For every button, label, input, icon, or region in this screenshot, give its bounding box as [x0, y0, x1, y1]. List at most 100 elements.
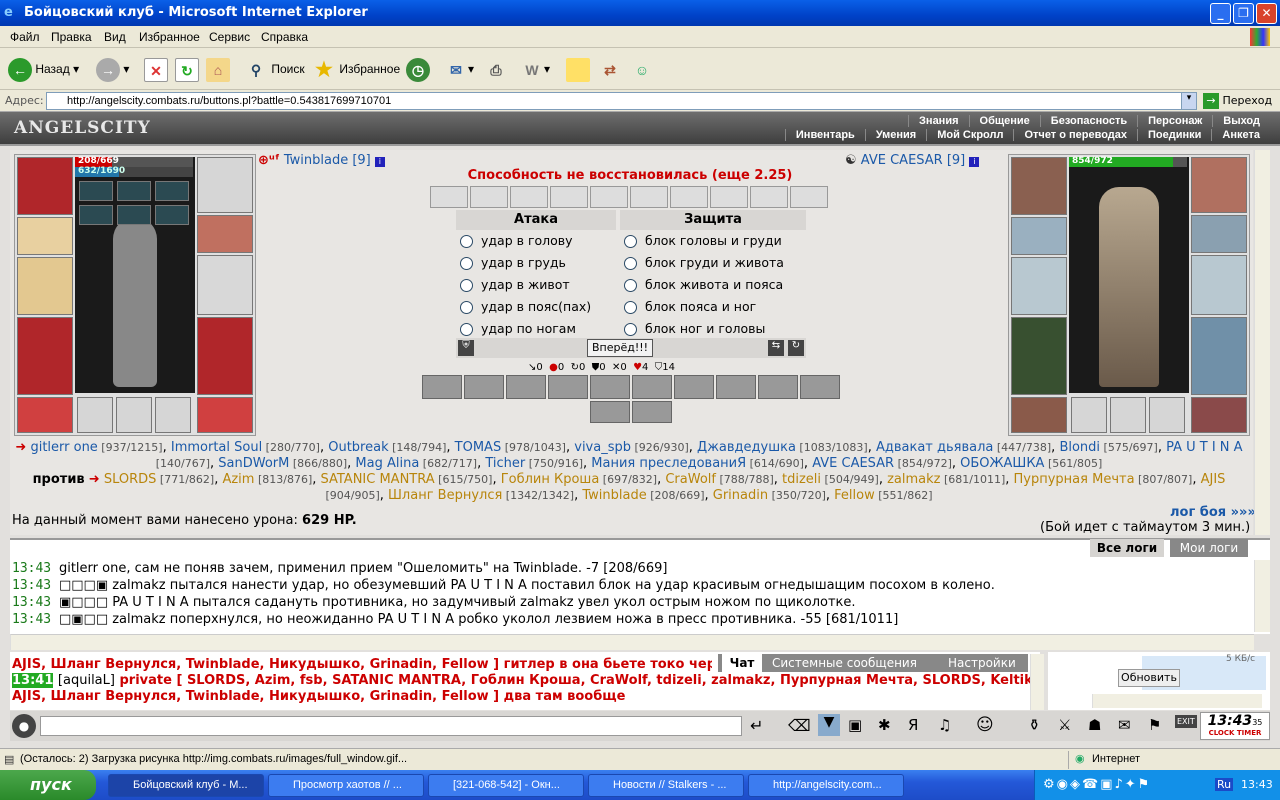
ring-slot-4[interactable] — [79, 205, 113, 225]
nav-skills[interactable]: Умения — [864, 129, 926, 141]
nav-profile[interactable]: Анкета — [1211, 129, 1270, 141]
left-player-name[interactable]: Twinblade [9] — [284, 153, 371, 168]
radio-icon[interactable] — [624, 279, 637, 292]
forward-button[interactable]: → ▾ — [96, 54, 129, 84]
legs-slot[interactable] — [1191, 317, 1247, 395]
smiley-icon[interactable]: ☺ — [976, 715, 994, 735]
weapon-slot[interactable] — [17, 257, 73, 315]
task-button[interactable]: Просмотр хаотов // ... — [268, 774, 424, 797]
start-button[interactable]: пуск — [0, 770, 96, 800]
fight-icon[interactable]: ✱ — [878, 716, 891, 734]
messenger-button[interactable]: ☺ — [630, 54, 654, 84]
refresh-battle-icon[interactable]: ↻ — [788, 340, 804, 356]
skill-slot[interactable] — [758, 375, 798, 399]
ring-slot-5[interactable] — [117, 205, 151, 225]
mask-icon[interactable]: ☗ — [1088, 716, 1101, 734]
tab-my-logs[interactable]: Мои логи — [1170, 539, 1248, 557]
chat-scrollbar[interactable] — [1030, 654, 1044, 710]
filter-icon[interactable]: ▼ — [818, 714, 840, 736]
scroll-slot[interactable] — [710, 186, 748, 208]
belt-slot[interactable] — [17, 397, 73, 433]
menu-favorites[interactable]: Избранное — [139, 30, 200, 44]
log-hscrollbar[interactable] — [10, 634, 1254, 650]
skill-slot[interactable] — [590, 375, 630, 399]
player-link[interactable]: TOMAS — [455, 440, 502, 455]
nav-exit[interactable]: Выход — [1212, 115, 1270, 127]
scroll-slot[interactable] — [510, 186, 548, 208]
attack-option-groin[interactable]: удар в пояс(пах) — [460, 299, 591, 314]
nav-security[interactable]: Безопасность — [1039, 115, 1137, 127]
save-icon[interactable]: ▣ — [848, 716, 862, 734]
ring-slot-6[interactable] — [155, 205, 189, 225]
block-option-legs-head[interactable]: блок ног и головы — [624, 321, 765, 336]
menu-view[interactable]: Вид — [104, 30, 126, 44]
armor-slot[interactable] — [17, 317, 73, 395]
menu-file[interactable]: Файл — [10, 30, 40, 44]
weapon-slot[interactable] — [1011, 257, 1067, 315]
scroll-slot[interactable] — [790, 186, 828, 208]
player-link[interactable]: Azim — [222, 472, 254, 487]
shield-icon[interactable]: ⛨ — [458, 340, 474, 356]
legs-slot[interactable] — [197, 317, 253, 395]
maximize-button[interactable]: ❐ — [1233, 3, 1254, 24]
radio-icon[interactable] — [460, 235, 473, 248]
skill-slot[interactable] — [464, 375, 504, 399]
gloves-slot[interactable] — [1191, 215, 1247, 253]
radio-icon[interactable] — [624, 257, 637, 270]
attack-option-belly[interactable]: удар в живот — [460, 277, 570, 292]
favorites-button[interactable]: ★ Избранное — [312, 54, 400, 84]
skill-slot[interactable] — [548, 375, 588, 399]
empty-slot-1[interactable] — [77, 397, 113, 433]
bracer-slot[interactable] — [1011, 217, 1067, 255]
gloves-slot[interactable] — [197, 215, 253, 253]
tray-icons[interactable]: ⚙◉◈☎▣♪✦⚑ — [1043, 777, 1151, 792]
info-icon[interactable]: i — [374, 157, 385, 167]
block-option-belt-legs[interactable]: блок пояса и ног — [624, 299, 756, 314]
skill-slot[interactable] — [674, 375, 714, 399]
player-link[interactable]: Мания преследованиЯ — [591, 456, 746, 471]
scroll-slot[interactable] — [670, 186, 708, 208]
tab-all-logs[interactable]: Все логи — [1090, 539, 1164, 557]
amulet-slot[interactable] — [1191, 157, 1247, 213]
player-link[interactable]: PA U T I N A — [1166, 440, 1242, 455]
menu-tools[interactable]: Сервис — [209, 30, 250, 44]
scroll-slot[interactable] — [590, 186, 628, 208]
nav-communication[interactable]: Общение — [968, 115, 1040, 127]
skill-slot[interactable] — [422, 375, 462, 399]
skill-slot[interactable] — [716, 375, 756, 399]
player-link[interactable]: Mag Alina — [355, 456, 419, 471]
skill-slot[interactable] — [632, 375, 672, 399]
menu-edit[interactable]: Правка — [51, 30, 92, 44]
belt-slot[interactable] — [1011, 397, 1067, 433]
scroll-slot[interactable] — [630, 186, 668, 208]
swap-icon[interactable]: ⇆ — [768, 340, 784, 356]
player-link[interactable]: Ticher — [485, 456, 525, 471]
scroll-slot[interactable] — [470, 186, 508, 208]
helmet-slot[interactable] — [1011, 157, 1067, 215]
nav-transfer-report[interactable]: Отчет о переводах — [1013, 129, 1137, 141]
player-link[interactable]: SLORDS — [104, 472, 157, 487]
empty-slot-2[interactable] — [116, 397, 152, 433]
player-link[interactable]: Шланг Вернулся — [388, 488, 502, 503]
radio-icon[interactable] — [624, 323, 637, 336]
exit-icon[interactable]: EXIT — [1175, 715, 1197, 728]
empty-slot-2[interactable] — [1110, 397, 1146, 433]
translate-icon[interactable]: Я — [908, 716, 918, 734]
radio-icon[interactable] — [460, 257, 473, 270]
stop-button[interactable]: ✕ — [144, 54, 168, 84]
player-link[interactable]: gitlerr one — [30, 440, 97, 455]
discuss-button[interactable] — [566, 54, 590, 84]
send-icon[interactable]: ↵ — [750, 716, 763, 735]
gift-icon[interactable]: ✉ — [1118, 716, 1131, 734]
radio-icon[interactable] — [624, 235, 637, 248]
player-link[interactable]: Джавдедушка — [697, 440, 796, 455]
eraser-icon[interactable]: ⌫ — [788, 716, 811, 735]
log-scrollbar[interactable] — [1254, 560, 1270, 632]
task-button[interactable]: Бойцовский клуб - М... — [108, 774, 264, 797]
nav-knowledge[interactable]: Знания — [908, 115, 968, 127]
player-link[interactable]: ОБОЖАШКА — [960, 456, 1044, 471]
info-icon[interactable]: i — [969, 157, 980, 167]
right-player-name[interactable]: AVE CAESAR [9] — [861, 153, 965, 168]
offhand-slot[interactable] — [1191, 255, 1247, 315]
empty-slot-1[interactable] — [1071, 397, 1107, 433]
